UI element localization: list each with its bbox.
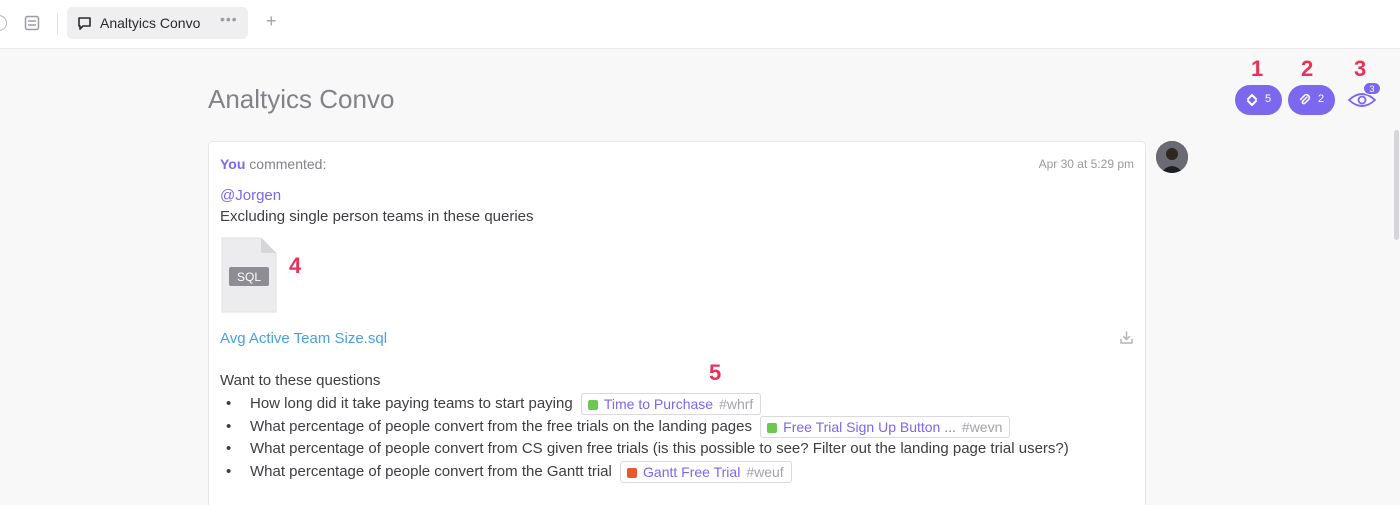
task-chip[interactable]: Time to Purchase #whrf <box>580 393 762 415</box>
task-name: Free Trial Sign Up Button ... <box>783 418 956 435</box>
question-text: What percentage of people convert from C… <box>250 440 1069 457</box>
question-text: What percentage of people convert from t… <box>250 462 612 480</box>
watchers-count: 3 <box>1363 82 1381 95</box>
list-item: How long did it take paying teams to sta… <box>220 393 1120 416</box>
comment-card: You commented: Apr 30 at 5:29 pm @Jorgen… <box>208 141 1146 505</box>
task-status-icon <box>587 400 598 410</box>
task-chip[interactable]: Gantt Free Trial #weuf <box>620 460 792 483</box>
question-text: What percentage of people convert from t… <box>250 417 752 435</box>
task-id: #weuf <box>746 463 784 480</box>
task-id: #wevn <box>961 418 1003 435</box>
scrollbar[interactable] <box>1394 130 1399 240</box>
subtasks-count: 5 <box>1265 93 1272 105</box>
subtasks-icon <box>1247 94 1257 106</box>
question-text: How long did it take paying teams to sta… <box>250 395 573 412</box>
list-view-icon[interactable] <box>24 15 40 36</box>
attachments-count: 2 <box>1318 93 1325 105</box>
comment-timestamp: Apr 30 at 5:29 pm <box>1038 157 1134 171</box>
callout-3: 3 <box>1354 56 1367 81</box>
sql-file-icon[interactable]: SQL <box>221 237 277 318</box>
task-status-icon <box>627 467 638 478</box>
paperclip-icon <box>1299 93 1311 105</box>
callout-2: 2 <box>1301 56 1314 81</box>
subtasks-button[interactable]: 5 <box>1235 85 1282 115</box>
questions-intro: Want to these questions <box>220 372 381 389</box>
more-icon[interactable]: ••• <box>220 11 238 27</box>
page-title: Analtyics Convo <box>208 84 395 114</box>
callout-5: 5 <box>709 360 722 385</box>
tab-label: Analtyics Convo <box>100 15 201 31</box>
callout-4: 4 <box>289 253 302 278</box>
list-item: What percentage of people convert from t… <box>220 415 1120 439</box>
download-icon[interactable] <box>1119 330 1134 350</box>
attachments-button[interactable]: 2 <box>1288 85 1335 115</box>
task-id: #whrf <box>719 396 754 412</box>
tab-analytics-convo[interactable]: Analtyics Convo ••• <box>67 7 248 39</box>
comment-text: Excluding single person teams in these q… <box>220 208 534 225</box>
task-chip[interactable]: Free Trial Sign Up Button ... #wevn <box>760 415 1011 438</box>
comment-author: You commented: <box>220 156 326 172</box>
file-type-label: SQL <box>237 270 261 284</box>
questions-list: How long did it take paying teams to sta… <box>220 393 1120 483</box>
callout-1: 1 <box>1251 56 1264 81</box>
list-item: What percentage of people convert from C… <box>220 438 1120 461</box>
chat-icon <box>77 16 92 36</box>
attachment-filename-link[interactable]: Avg Active Team Size.sql <box>220 330 387 347</box>
avatar[interactable] <box>1156 141 1188 173</box>
divider <box>57 13 58 35</box>
author-name[interactable]: You <box>220 156 245 172</box>
mention-link[interactable]: @Jorgen <box>220 187 281 204</box>
author-verb: commented: <box>249 156 327 172</box>
task-name: Gantt Free Trial <box>643 463 741 480</box>
task-name: Time to Purchase <box>603 396 714 412</box>
add-tab-button[interactable]: + <box>266 11 277 32</box>
watchers-button[interactable]: 3 <box>1344 82 1384 116</box>
list-item: What percentage of people convert from t… <box>220 460 1120 484</box>
top-bar: Analtyics Convo ••• + <box>0 0 1400 49</box>
circle-icon[interactable] <box>0 15 7 31</box>
task-status-icon <box>767 422 778 433</box>
